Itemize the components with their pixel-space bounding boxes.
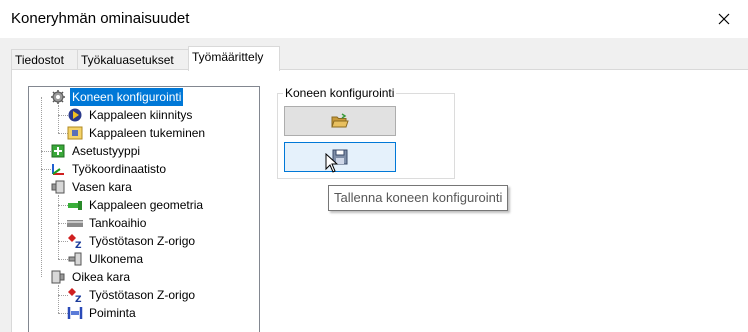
tab-tyomaarittely[interactable]: Työmäärittely xyxy=(188,46,280,71)
tab-tyokaluasetukset[interactable]: Työkaluasetukset xyxy=(77,49,189,69)
spindle-icon xyxy=(51,180,65,194)
svg-text:Z: Z xyxy=(75,241,82,249)
save-tooltip: Tallenna koneen konfigurointi xyxy=(328,185,509,211)
overhang-icon xyxy=(68,252,82,266)
tree-item-label: Ulkonema xyxy=(89,252,144,266)
open-config-button[interactable] xyxy=(284,106,396,136)
save-config-button[interactable] xyxy=(284,142,396,172)
tree-item-label: Asetustyyppi xyxy=(72,144,141,158)
tree-item-label: Työstötason Z-origo xyxy=(89,234,196,248)
mouse-cursor-icon xyxy=(325,153,339,173)
tree-item-label: Kappaleen kiinnitys xyxy=(89,108,193,122)
part-geometry-icon xyxy=(68,201,82,210)
tree-item-label: Työstötason Z-origo xyxy=(89,288,196,302)
spindle-icon xyxy=(51,270,65,284)
support-icon xyxy=(67,126,83,140)
svg-text:Z: Z xyxy=(75,295,82,303)
close-button[interactable] xyxy=(700,0,748,38)
tree-item-label: Kappaleen tukeminen xyxy=(89,126,206,140)
tree-item-label: Poiminta xyxy=(89,306,136,320)
z-origin-icon: Z xyxy=(68,288,82,303)
coordinate-system-icon xyxy=(52,164,64,175)
operation-tree[interactable]: Koneen konfigurointi Kappaleen kiinnitys… xyxy=(28,86,260,332)
tree-item-label: Työkoordinaatisto xyxy=(72,162,167,176)
setup-type-icon xyxy=(51,144,65,158)
open-folder-icon xyxy=(331,113,349,128)
title-bar: Koneryhmän ominaisuudet xyxy=(0,0,748,38)
tree-item-label: Kappaleen geometria xyxy=(89,198,204,212)
bar-stock-icon xyxy=(67,220,83,227)
close-icon xyxy=(718,13,730,25)
gear-icon xyxy=(51,90,65,104)
pickup-icon xyxy=(67,307,83,319)
tree-item-label: Oikea kara xyxy=(72,270,131,284)
tree-item-label: Tankoaihio xyxy=(89,216,147,230)
window-title: Koneryhmän ominaisuudet xyxy=(11,10,190,27)
fixture-icon xyxy=(68,108,82,122)
tree-item-label: Koneen konfigurointi xyxy=(70,88,184,106)
tab-tiedostot[interactable]: Tiedostot xyxy=(11,49,78,69)
tree-item-label: Vasen kara xyxy=(72,180,132,194)
machine-config-group-label: Koneen konfigurointi xyxy=(283,86,397,100)
z-origin-icon: Z xyxy=(68,234,82,249)
